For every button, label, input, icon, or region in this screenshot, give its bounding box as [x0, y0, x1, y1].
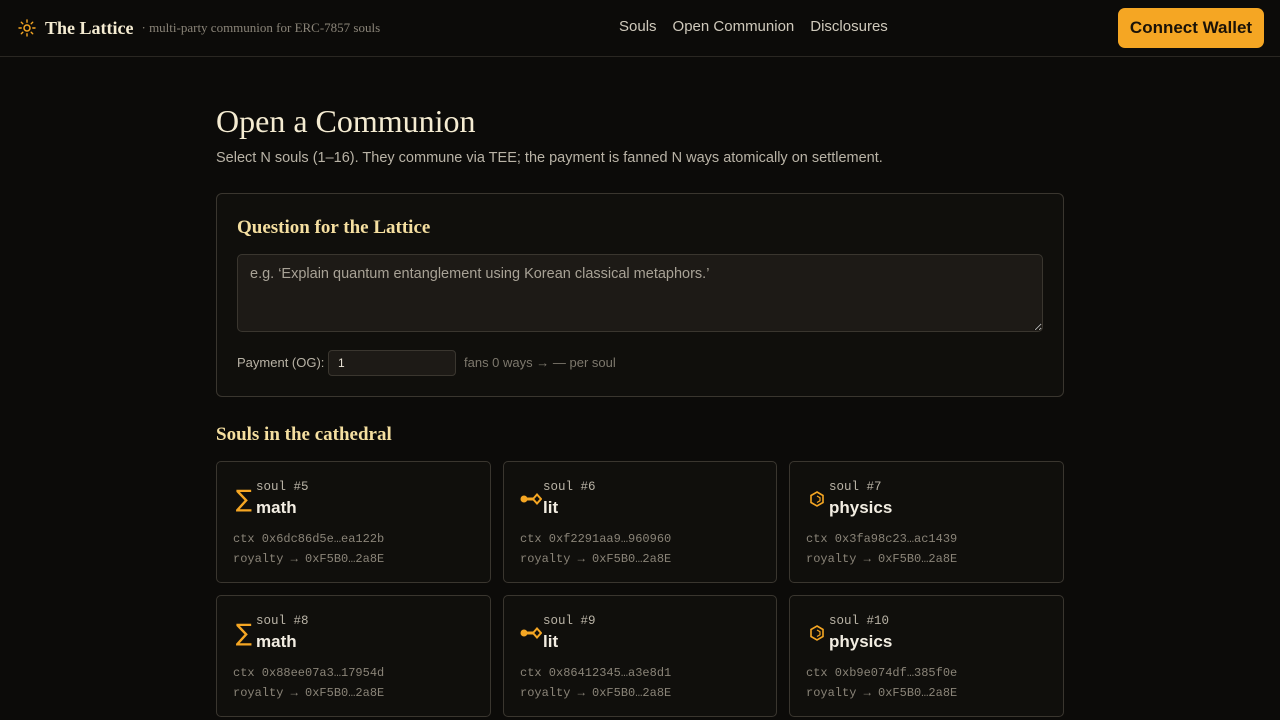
- hexagon-icon: [806, 622, 828, 644]
- soul-name: math: [256, 498, 297, 517]
- soul-context: ctx 0xb9e074df…385f0e: [806, 666, 958, 680]
- main-nav: Souls Open Communion Disclosures: [619, 18, 888, 35]
- soul-name: lit: [543, 632, 559, 651]
- payment-hint: fans 0 ways → — per soul: [464, 355, 616, 370]
- brand-tagline: · multi-party communion for ERC-7857 sou…: [141, 20, 381, 35]
- soul-context: ctx 0x86412345…a3e8d1: [520, 666, 672, 680]
- soul-number: soul #10: [829, 614, 890, 628]
- quill-icon: [520, 622, 542, 644]
- soul-number: soul #7: [829, 480, 882, 494]
- question-title: Question for the Lattice: [237, 217, 431, 238]
- payment-label: Payment (OG):: [237, 355, 325, 370]
- page-title: Open a Communion: [216, 103, 476, 139]
- sun-icon: [18, 19, 36, 37]
- soul-context: ctx 0xf2291aa9…960960: [520, 532, 672, 546]
- question-card: Question for the Lattice Payment (OG): f…: [216, 193, 1064, 397]
- soul-card[interactable]: soul #6 lit ctx 0xf2291aa9…960960 royalt…: [503, 461, 777, 583]
- soul-name: physics: [829, 632, 893, 651]
- nav-open-communion[interactable]: Open Communion: [673, 18, 795, 35]
- payment-input[interactable]: [328, 350, 456, 376]
- brand[interactable]: The Lattice · multi-party communion for …: [18, 16, 380, 40]
- soul-context: ctx 0x3fa98c23…ac1439: [806, 532, 958, 546]
- hexagon-icon: [806, 488, 828, 510]
- connect-wallet-button[interactable]: Connect Wallet: [1118, 8, 1264, 48]
- top-bar: The Lattice · multi-party communion for …: [0, 0, 1280, 57]
- soul-number: soul #5: [256, 480, 309, 494]
- soul-number: soul #9: [543, 614, 596, 628]
- soul-card[interactable]: soul #10 physics ctx 0xb9e074df…385f0e r…: [789, 595, 1064, 717]
- sigma-icon: ∑: [235, 619, 253, 647]
- souls-grid: ∑ soul #5 math ctx 0x6dc86d5e…ea122b roy…: [216, 461, 1064, 717]
- soul-card[interactable]: soul #9 lit ctx 0x86412345…a3e8d1 royalt…: [503, 595, 777, 717]
- sigma-icon: ∑: [235, 485, 253, 513]
- question-input[interactable]: [237, 254, 1043, 332]
- brand-name: The Lattice: [45, 17, 134, 38]
- soul-name: math: [256, 632, 297, 651]
- nav-disclosures[interactable]: Disclosures: [810, 18, 888, 35]
- soul-context: ctx 0x88ee07a3…17954d: [233, 666, 385, 680]
- soul-royalty: royalty → 0xF5B0…2a8E: [806, 686, 958, 700]
- soul-number: soul #6: [543, 480, 596, 494]
- soul-name: lit: [543, 498, 559, 517]
- soul-card[interactable]: ∑ soul #5 math ctx 0x6dc86d5e…ea122b roy…: [216, 461, 491, 583]
- soul-card[interactable]: soul #7 physics ctx 0x3fa98c23…ac1439 ro…: [789, 461, 1064, 583]
- soul-royalty: royalty → 0xF5B0…2a8E: [233, 552, 385, 566]
- soul-number: soul #8: [256, 614, 309, 628]
- soul-card[interactable]: ∑ soul #8 math ctx 0x88ee07a3…17954d roy…: [216, 595, 491, 717]
- soul-royalty: royalty → 0xF5B0…2a8E: [520, 552, 672, 566]
- soul-name: physics: [829, 498, 893, 517]
- soul-context: ctx 0x6dc86d5e…ea122b: [233, 532, 385, 546]
- souls-section-title: Souls in the cathedral: [216, 424, 392, 445]
- soul-royalty: royalty → 0xF5B0…2a8E: [520, 686, 672, 700]
- soul-royalty: royalty → 0xF5B0…2a8E: [233, 686, 385, 700]
- nav-souls[interactable]: Souls: [619, 18, 657, 35]
- soul-royalty: royalty → 0xF5B0…2a8E: [806, 552, 958, 566]
- page-subtitle: Select N souls (1–16). They commune via …: [216, 150, 883, 166]
- quill-icon: [520, 488, 542, 510]
